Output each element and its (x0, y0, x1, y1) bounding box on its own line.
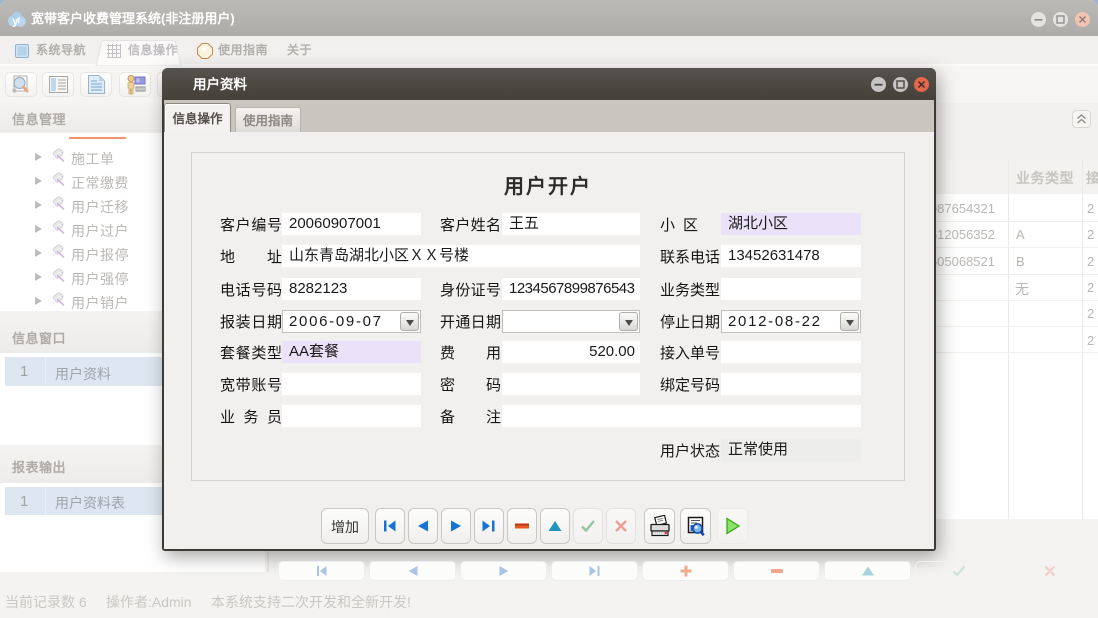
svg-text:f: f (18, 16, 21, 25)
